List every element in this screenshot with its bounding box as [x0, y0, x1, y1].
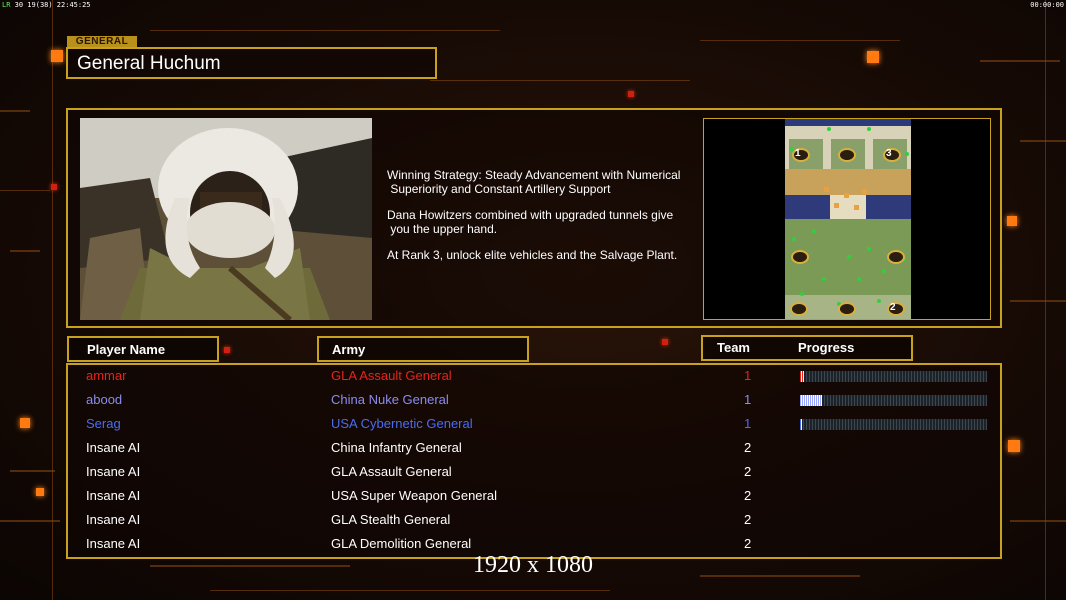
progress-bar-fill	[800, 419, 802, 430]
player-name: Insane AI	[86, 512, 141, 527]
header-player-name: Player Name	[67, 336, 219, 362]
header-army-label: Army	[332, 342, 366, 357]
general-description: Winning Strategy: Steady Advancement wit…	[387, 168, 697, 274]
player-list: ammar GLA Assault General 1 abood China Nuke…	[66, 363, 1002, 559]
map-marker-2: 2	[890, 302, 896, 313]
general-tag: GENERAL	[67, 36, 137, 47]
player-name: ammar	[86, 368, 127, 383]
general-name: General Huchum	[77, 53, 221, 74]
player-team: 2	[744, 464, 752, 479]
player-name: Serag	[86, 416, 121, 431]
player-army: GLA Assault General	[331, 368, 452, 383]
player-row: abood China Nuke General 1	[68, 389, 1004, 413]
portrait-image	[80, 118, 372, 320]
hud-clock: 30 19(38) 22:45:25	[14, 1, 91, 9]
header-team-progress: Team Progress	[701, 335, 913, 361]
player-team: 1	[744, 392, 752, 407]
player-team: 2	[744, 488, 752, 503]
player-row: Insane AI GLA Assault General 2	[68, 461, 1004, 485]
player-name: abood	[86, 392, 123, 407]
player-row: Insane AI GLA Stealth General 2	[68, 509, 1004, 533]
header-team-label: Team	[717, 340, 750, 355]
header-army: Army	[317, 336, 529, 362]
player-army: USA Cybernetic General	[331, 416, 473, 431]
hud-prefix: LR	[2, 1, 11, 9]
player-army: GLA Stealth General	[331, 512, 451, 527]
progress-bar	[800, 419, 987, 430]
description-strategy: Winning Strategy: Steady Advancement wit…	[387, 168, 681, 196]
map-marker-1: 1	[795, 148, 801, 159]
header-player-label: Player Name	[87, 342, 166, 357]
general-title-box: General Huchum	[66, 47, 437, 79]
progress-bar-fill	[800, 371, 804, 382]
player-army: GLA Assault General	[331, 464, 452, 479]
player-team: 2	[744, 440, 752, 455]
player-name: Insane AI	[86, 464, 141, 479]
progress-bar	[800, 395, 987, 406]
progress-bar	[800, 371, 987, 382]
player-row: Serag USA Cybernetic General 1	[68, 413, 1004, 437]
map-marker-3: 3	[886, 148, 892, 159]
map-image	[785, 119, 911, 319]
player-army: China Infantry General	[331, 440, 462, 455]
hud-status: LR 30 19(38) 22:45:25	[2, 1, 91, 9]
resolution-label: 1920 x 1080	[473, 552, 593, 578]
player-team: 1	[744, 416, 752, 431]
player-team: 1	[744, 368, 752, 383]
player-team: 2	[744, 512, 752, 527]
player-army: USA Super Weapon General	[331, 488, 497, 503]
player-row: ammar GLA Assault General 1	[68, 365, 1004, 389]
description-rank: At Rank 3, unlock elite vehicles and the…	[387, 248, 678, 262]
progress-bar-fill	[800, 395, 822, 406]
player-row: Insane AI USA Super Weapon General 2	[68, 485, 1004, 509]
hud-timer: 00:00:00	[1030, 1, 1064, 9]
player-team: 2	[744, 536, 752, 551]
header-progress-label: Progress	[798, 340, 855, 355]
player-name: Insane AI	[86, 440, 141, 455]
player-name: Insane AI	[86, 488, 141, 503]
player-name: Insane AI	[86, 536, 141, 551]
player-row: Insane AI China Infantry General 2	[68, 437, 1004, 461]
general-portrait	[80, 118, 372, 320]
description-units: Dana Howitzers combined with upgraded tu…	[387, 208, 674, 236]
player-army: GLA Demolition General	[331, 536, 472, 551]
map-preview: 1 3 2	[703, 118, 991, 320]
player-army: China Nuke General	[331, 392, 449, 407]
